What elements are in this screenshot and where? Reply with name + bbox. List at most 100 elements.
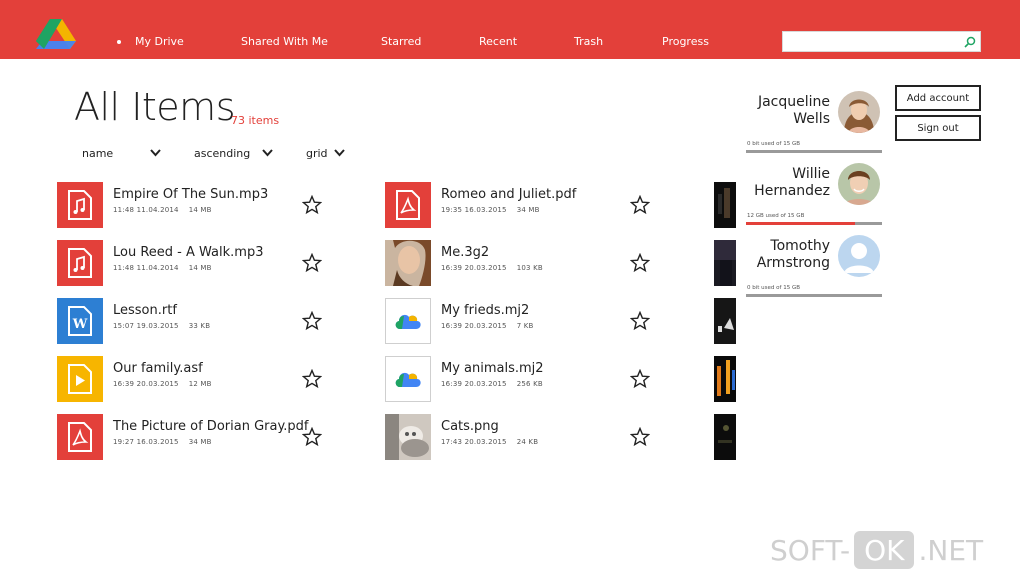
sort-order-label: ascending	[194, 147, 251, 160]
storage-bar	[746, 294, 882, 297]
search-button[interactable]	[960, 32, 980, 51]
file-item[interactable]: Empire Of The Sun.mp3 11:48 11.04.2014 14…	[57, 182, 357, 230]
sort-field-dropdown[interactable]: name	[82, 147, 164, 161]
pdf-file-icon	[57, 414, 103, 460]
star-icon[interactable]	[630, 195, 650, 215]
file-time: 11:48 11.04.2014	[113, 206, 179, 214]
svg-text:W: W	[72, 317, 88, 332]
star-icon[interactable]	[302, 311, 322, 331]
video-file-icon	[57, 356, 103, 402]
file-size: 103 KB	[516, 264, 543, 272]
file-name: Lesson.rtf	[113, 303, 177, 318]
file-time: 19:27 16.03.2015	[113, 438, 179, 446]
nav-my-drive[interactable]: My Drive	[135, 35, 184, 48]
file-item[interactable]: Romeo and Juliet.pdf 19:35 16.03.2015 34 …	[385, 182, 685, 230]
file-item[interactable]: W Lesson.rtf 15:07 19.03.2015 33 KB	[57, 298, 357, 346]
file-item[interactable]: The Picture of Dorian Gray.pdf 19:27 16.…	[57, 414, 357, 462]
google-drive-icon	[385, 298, 431, 344]
account-first-name: Tomothy	[770, 238, 830, 254]
sign-out-button[interactable]: Sign out	[895, 115, 981, 141]
account-usage: 0 bit used of 15 GB	[747, 285, 800, 291]
nav-trash[interactable]: Trash	[574, 35, 603, 48]
account-name: Tomothy Armstrong	[757, 238, 830, 272]
active-nav-indicator	[117, 40, 121, 44]
file-time: 16:39 20.03.2015	[113, 380, 179, 388]
file-time: 17:43 20.03.2015	[441, 438, 507, 446]
view-mode-dropdown[interactable]: grid	[306, 147, 346, 161]
google-drive-icon	[385, 356, 431, 402]
file-thumbnail-partial[interactable]	[714, 298, 736, 344]
account-card[interactable]: Tomothy Armstrong 0 bit used of 15 GB	[746, 235, 882, 304]
file-thumbnail-partial[interactable]	[714, 240, 736, 286]
file-size: 34 MB	[516, 206, 540, 214]
file-size: 33 KB	[188, 322, 211, 330]
file-name: The Picture of Dorian Gray.pdf	[113, 419, 309, 434]
file-name: Me.3g2	[441, 245, 490, 260]
star-icon[interactable]	[302, 427, 322, 447]
star-icon[interactable]	[630, 253, 650, 273]
nav-starred[interactable]: Starred	[381, 35, 421, 48]
file-meta: 16:39 20.03.2015 12 MB	[113, 380, 212, 388]
star-icon[interactable]	[302, 369, 322, 389]
file-name: Cats.png	[441, 419, 499, 434]
music-file-icon	[57, 182, 103, 228]
account-usage: 12 GB used of 15 GB	[747, 213, 805, 219]
storage-bar-fill	[746, 222, 855, 225]
default-avatar-icon	[838, 235, 880, 277]
file-time: 16:39 20.03.2015	[441, 380, 507, 388]
file-size: 12 MB	[188, 380, 212, 388]
file-meta: 17:43 20.03.2015 24 KB	[441, 438, 538, 446]
nav-recent[interactable]: Recent	[479, 35, 517, 48]
file-item[interactable]: Lou Reed - A Walk.mp3 11:48 11.04.2014 14…	[57, 240, 357, 288]
music-file-icon	[57, 240, 103, 286]
page-title: All Items	[74, 85, 236, 129]
account-name: Willie Hernandez	[754, 166, 830, 200]
search-icon	[964, 36, 976, 48]
view-mode-label: grid	[306, 147, 328, 160]
file-thumbnail-partial[interactable]	[714, 414, 736, 460]
star-icon[interactable]	[630, 311, 650, 331]
file-meta: 15:07 19.03.2015 33 KB	[113, 322, 210, 330]
search-input[interactable]	[783, 32, 959, 51]
file-time: 16:39 20.03.2015	[441, 322, 507, 330]
star-icon[interactable]	[630, 369, 650, 389]
file-time: 16:39 20.03.2015	[441, 264, 507, 272]
file-size: 7 KB	[516, 322, 534, 330]
account-card[interactable]: Jacqueline Wells 0 bit used of 15 GB	[746, 91, 882, 160]
file-item[interactable]: Our family.asf 16:39 20.03.2015 12 MB	[57, 356, 357, 404]
file-item[interactable]: Me.3g2 16:39 20.03.2015 103 KB	[385, 240, 685, 288]
search-box	[782, 31, 981, 52]
file-thumbnail-partial[interactable]	[714, 182, 736, 228]
chevron-down-icon	[262, 149, 273, 157]
watermark-right: .NET	[918, 533, 984, 567]
file-item[interactable]: My frieds.mj2 16:39 20.03.2015 7 KB	[385, 298, 685, 346]
add-account-button[interactable]: Add account	[895, 85, 981, 111]
account-last-name: Wells	[793, 111, 830, 127]
account-name: Jacqueline Wells	[758, 94, 830, 128]
file-time: 15:07 19.03.2015	[113, 322, 179, 330]
file-thumbnail-partial[interactable]	[714, 356, 736, 402]
file-meta: 11:48 11.04.2014 14 MB	[113, 264, 212, 272]
nav-shared-with-me[interactable]: Shared With Me	[241, 35, 328, 48]
items-count: 73 items	[231, 114, 280, 127]
file-size: 34 MB	[188, 438, 212, 446]
file-size: 14 MB	[188, 206, 212, 214]
watermark-box: OK	[854, 531, 915, 569]
file-item[interactable]: Cats.png 17:43 20.03.2015 24 KB	[385, 414, 685, 462]
account-first-name: Willie	[792, 166, 830, 182]
file-meta: 16:39 20.03.2015 103 KB	[441, 264, 543, 272]
avatar	[838, 91, 880, 133]
account-card[interactable]: Willie Hernandez 12 GB used of 15 GB	[746, 163, 882, 232]
file-meta: 16:39 20.03.2015 7 KB	[441, 322, 534, 330]
file-time: 11:48 11.04.2014	[113, 264, 179, 272]
file-meta: 11:48 11.04.2014 14 MB	[113, 206, 212, 214]
star-icon[interactable]	[302, 253, 322, 273]
file-item[interactable]: My animals.mj2 16:39 20.03.2015 256 KB	[385, 356, 685, 404]
account-last-name: Hernandez	[754, 183, 830, 199]
star-icon[interactable]	[302, 195, 322, 215]
storage-bar	[746, 150, 882, 153]
star-icon[interactable]	[630, 427, 650, 447]
google-drive-logo-icon[interactable]	[36, 19, 76, 49]
nav-progress[interactable]: Progress	[662, 35, 709, 48]
sort-order-dropdown[interactable]: ascending	[194, 147, 276, 161]
